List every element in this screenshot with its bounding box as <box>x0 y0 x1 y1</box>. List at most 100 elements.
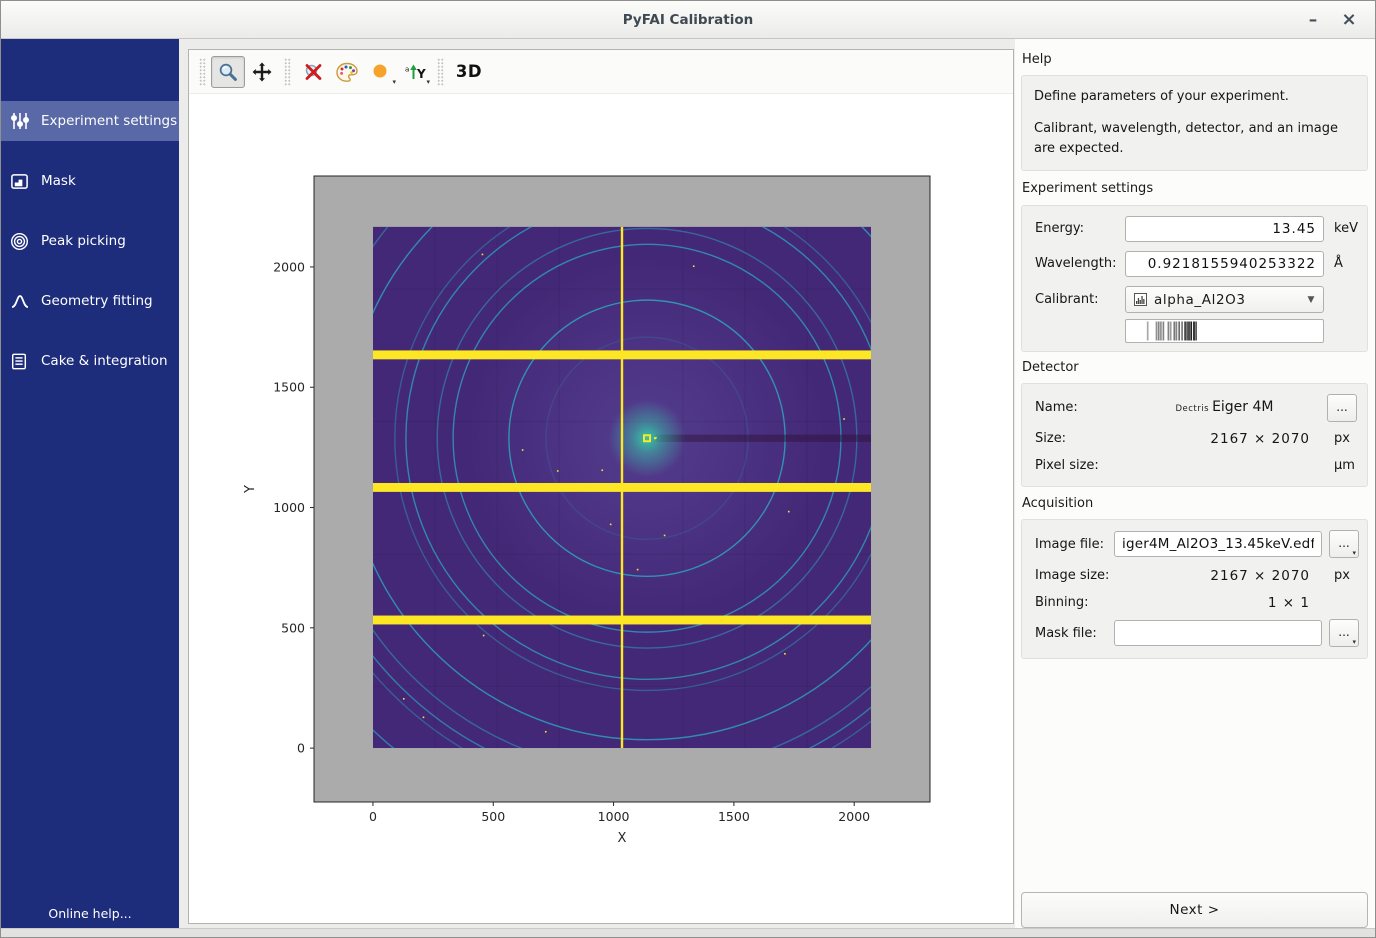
y-axis-orientation-button[interactable]: a Y ▾ <box>398 56 432 88</box>
colormap-button[interactable] <box>330 56 364 88</box>
detector-box: Name: DectrisEiger 4M ... Size: 2167 × 2… <box>1021 383 1368 487</box>
sidebar-item-experiment-settings[interactable]: Experiment settings <box>1 101 179 141</box>
acquisition-box: Image file: ... ▾ Image size: 2167 × 207… <box>1021 519 1368 659</box>
minimize-button[interactable]: – <box>1295 1 1331 39</box>
zoom-tool-button[interactable] <box>211 56 245 88</box>
mask-icon <box>10 171 32 191</box>
sidebar-item-label: Geometry fitting <box>41 293 153 309</box>
energy-input[interactable] <box>1125 216 1324 242</box>
calibrant-dropdown[interactable]: alpha_Al2O3 ▼ <box>1125 286 1324 313</box>
toolbar-drag-handle[interactable] <box>284 58 291 86</box>
mask-color-button[interactable]: ▾ <box>364 56 398 88</box>
experiment-settings-box: Energy: keV Wavelength: Å Calibrant: alp… <box>1021 205 1368 352</box>
document-lines-icon <box>10 351 32 371</box>
sidebar-item-label: Peak picking <box>41 233 126 249</box>
close-button[interactable]: × <box>1331 1 1367 39</box>
browse-label: ... <box>1338 536 1349 550</box>
browse-label: ... <box>1338 625 1349 639</box>
sidebar-item-peak-picking[interactable]: Peak picking <box>1 221 179 261</box>
orange-circle-icon <box>370 61 392 83</box>
image-file-label: Image file: <box>1035 537 1104 552</box>
plot-toolbar: ▾ a Y ▾ 3D <box>189 50 1013 94</box>
wavelength-input[interactable] <box>1125 251 1324 277</box>
svg-text:2000: 2000 <box>273 259 305 274</box>
titlebar: PyFAI Calibration – × <box>1 1 1375 39</box>
svg-text:1500: 1500 <box>273 380 305 395</box>
help-line2: Calibrant, wavelength, detector, and an … <box>1034 119 1357 159</box>
binning-value: 1 × 1 <box>1268 595 1310 611</box>
svg-text:0: 0 <box>369 809 377 824</box>
image-size-label: Image size: <box>1035 568 1109 583</box>
mask-file-browse-button[interactable]: ... ▾ <box>1329 619 1359 647</box>
binning-label: Binning: <box>1035 595 1089 610</box>
plot-canvas[interactable]: 05001000150020000500100015002000XY <box>189 95 1013 923</box>
dropdown-caret-icon: ▾ <box>426 79 430 85</box>
svg-text:X: X <box>618 831 627 846</box>
dropdown-caret-icon: ▾ <box>1352 639 1356 645</box>
window-title: PyFAI Calibration <box>1 1 1375 39</box>
pixel-size-label: Pixel size: <box>1035 458 1099 473</box>
wavelength-label: Wavelength: <box>1035 256 1117 271</box>
3d-label: 3D <box>456 62 482 81</box>
dropdown-caret-icon: ▼ <box>1307 295 1315 305</box>
online-help-link[interactable]: Online help... <box>1 906 179 921</box>
detector-image-plot[interactable]: 05001000150020000500100015002000XY <box>189 95 1013 923</box>
image-file-browse-button[interactable]: ... ▾ <box>1329 530 1359 558</box>
svg-text:0: 0 <box>297 741 305 756</box>
detector-heading: Detector <box>1022 360 1079 375</box>
sidebar-item-mask[interactable]: Mask <box>1 161 179 201</box>
sidebar-item-geometry-fitting[interactable]: Geometry fitting <box>1 281 179 321</box>
help-box: Define parameters of your experiment. Ca… <box>1021 75 1368 171</box>
app-window: PyFAI Calibration – × Experiment setting… <box>0 0 1376 938</box>
next-button[interactable]: Next > <box>1021 892 1368 928</box>
acquisition-heading: Acquisition <box>1022 496 1093 511</box>
sidebar-item-cake-integration[interactable]: Cake & integration <box>1 341 179 381</box>
help-line1: Define parameters of your experiment. <box>1034 87 1357 107</box>
svg-text:1000: 1000 <box>273 500 305 515</box>
plot-panel: ▾ a Y ▾ 3D 0 500 1000 1500 2000 0 500 1000 1500 2… <box>188 49 1014 924</box>
concentric-rings-icon <box>10 231 32 251</box>
detector-model: Eiger 4M <box>1212 399 1273 415</box>
mask-file-input[interactable] <box>1114 620 1322 646</box>
palette-icon <box>335 61 359 83</box>
energy-unit: keV <box>1334 221 1358 236</box>
experiment-settings-heading: Experiment settings <box>1022 181 1153 196</box>
dropdown-caret-icon: ▾ <box>1352 550 1356 556</box>
image-file-input[interactable] <box>1114 531 1322 557</box>
clear-zoom-icon <box>302 61 324 83</box>
peak-curve-icon <box>10 291 32 311</box>
settings-panel: Help Define parameters of your experimen… <box>1015 39 1375 928</box>
sliders-icon <box>10 111 32 131</box>
svg-text:2000: 2000 <box>838 809 870 824</box>
svg-text:Y: Y <box>416 67 426 81</box>
svg-text:500: 500 <box>281 620 305 635</box>
toolbar-drag-handle[interactable] <box>199 58 206 86</box>
detector-size-value: 2167 × 2070 <box>1210 431 1310 447</box>
calibrant-value: alpha_Al2O3 <box>1154 292 1246 308</box>
calibrant-label: Calibrant: <box>1035 292 1099 307</box>
svg-text:500: 500 <box>481 809 505 824</box>
help-heading: Help <box>1022 52 1052 67</box>
pan-arrows-icon <box>251 61 273 83</box>
y-axis-arrow-icon: a Y <box>403 61 427 83</box>
svg-text:1500: 1500 <box>718 809 750 824</box>
magnifier-icon <box>217 61 239 83</box>
detector-select-button[interactable]: ... <box>1327 394 1357 422</box>
svg-text:1000: 1000 <box>598 809 630 824</box>
image-size-unit: px <box>1334 568 1350 583</box>
sidebar-item-label: Experiment settings <box>41 113 177 129</box>
wavelength-unit: Å <box>1334 256 1343 271</box>
detector-name-value: DectrisEiger 4M <box>1125 399 1324 415</box>
pixel-size-unit: µm <box>1334 458 1355 473</box>
3d-view-button[interactable]: 3D <box>449 56 489 88</box>
histogram-icon <box>1134 293 1147 306</box>
toolbar-drag-handle[interactable] <box>437 58 444 86</box>
pan-tool-button[interactable] <box>245 56 279 88</box>
clear-zoom-button[interactable] <box>296 56 330 88</box>
sidebar-item-label: Cake & integration <box>41 353 168 369</box>
sidebar: Experiment settings Mask Peak picking Ge… <box>1 39 179 928</box>
energy-label: Energy: <box>1035 221 1084 236</box>
detector-size-label: Size: <box>1035 431 1066 446</box>
sidebar-item-label: Mask <box>41 173 76 189</box>
calibrant-barcode <box>1126 320 1323 342</box>
